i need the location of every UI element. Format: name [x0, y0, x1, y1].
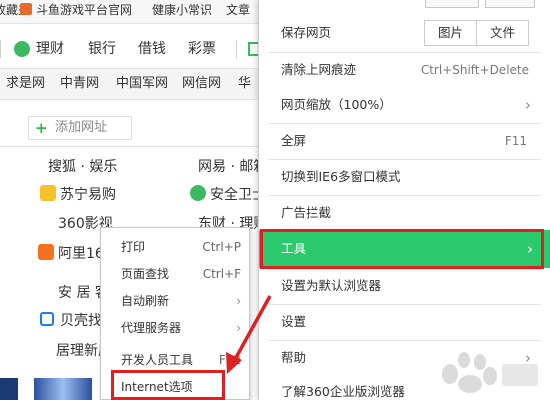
divider — [0, 40, 1, 58]
alibaba-icon — [38, 244, 54, 260]
chevron-right-icon: › — [525, 96, 531, 114]
menu-item-ie6-mode[interactable]: 切换到IE6多窗口模式 — [259, 159, 550, 195]
annotation-highlight-box — [260, 229, 544, 269]
bookmarks-bar: 收藏夹 斗鱼游戏平台官网 健康小常识 文章 — [0, 0, 258, 24]
menu-item-label: 保存网页 — [281, 25, 332, 40]
news-link[interactable]: 中青网 — [60, 69, 99, 99]
browser-main-menu: 保存网页 图片 文件 清除上网痕迹 Ctrl+Shift+Delete 网页缩放… — [258, 0, 550, 400]
site-link[interactable]: 网易 · 邮箱 — [198, 156, 267, 176]
news-link[interactable]: 中国军网 — [116, 69, 168, 99]
save-file-button[interactable]: 文件 — [476, 20, 529, 46]
submenu-item-label: 打印 — [121, 240, 146, 254]
menu-item-label: 网页缩放（100%） — [281, 97, 392, 112]
submenu-item-label: 页面查找 — [121, 267, 170, 281]
menu-top-button[interactable] — [425, 0, 479, 8]
suning-icon — [40, 185, 56, 201]
douyu-icon — [20, 3, 32, 15]
chevron-right-icon: › — [236, 321, 241, 335]
submenu-item-label: 代理服务器 — [121, 321, 182, 335]
nav-link[interactable]: 理财 — [36, 34, 64, 64]
nav-link[interactable]: 借钱 — [138, 34, 166, 64]
chevron-right-icon: › — [236, 294, 241, 308]
menu-item-clear-history[interactable]: 清除上网痕迹 Ctrl+Shift+Delete — [259, 52, 550, 88]
news-sites-row: 求是网 中青网 中国军网 网信网 华 — [0, 68, 258, 100]
doc-icon — [248, 42, 258, 56]
submenu-item-shortcut: Ctrl+P — [202, 240, 241, 254]
menu-item-label: 广告拦截 — [281, 205, 332, 220]
submenu-item-find[interactable]: 页面查找 Ctrl+F — [101, 260, 249, 289]
thumbnail-image — [34, 378, 92, 400]
baidu-watermark — [442, 352, 538, 393]
submenu-item-print[interactable]: 打印 Ctrl+P — [101, 233, 249, 262]
news-link[interactable]: 求是网 — [6, 69, 45, 99]
submenu-item-auto-refresh[interactable]: 自动刷新 › — [101, 287, 249, 316]
menu-item-zoom[interactable]: 网页缩放（100%） › — [259, 87, 550, 123]
nav-links-row: 理财 银行 借钱 彩票 — [0, 34, 258, 64]
bookmark-link[interactable]: 文章 — [226, 0, 250, 20]
plus-icon: + — [35, 119, 48, 137]
annotation-highlight-box — [111, 370, 225, 400]
site-link[interactable]: 苏宁易购 — [60, 184, 116, 204]
nav-link[interactable]: 彩票 — [188, 34, 216, 64]
add-site-label: 添加网址 — [55, 120, 108, 135]
thumbnail-image — [0, 378, 18, 400]
bookmark-link[interactable]: 斗鱼游戏平台官网 — [36, 0, 132, 20]
menu-item-shortcut: F11 — [504, 134, 527, 148]
bookmark-link[interactable]: 健康小常识 — [152, 0, 212, 20]
menu-item-fullscreen[interactable]: 全屏 F11 — [259, 123, 550, 159]
news-link[interactable]: 网信网 — [182, 69, 221, 99]
menu-item-ad-block[interactable]: 广告拦截 — [259, 195, 550, 231]
menu-item-label: 全屏 — [281, 133, 307, 148]
menu-item-label: 帮助 — [281, 350, 307, 365]
shield-icon — [190, 185, 206, 201]
news-link[interactable]: 华 — [238, 69, 251, 99]
menu-item-label: 切换到IE6多窗口模式 — [281, 169, 401, 184]
menu-item-set-default[interactable]: 设置为默认浏览器 — [259, 268, 550, 304]
divider — [0, 146, 258, 147]
divider — [236, 40, 237, 58]
nav-link[interactable]: 银行 — [88, 34, 116, 64]
menu-item-label: 设置为默认浏览器 — [281, 278, 382, 293]
menu-item-settings[interactable]: 设置 — [259, 304, 550, 340]
submenu-item-label: 自动刷新 — [121, 294, 170, 308]
menu-top-button[interactable] — [485, 0, 535, 8]
menu-item-label: 了解360企业版浏览器 — [281, 384, 405, 399]
save-image-button[interactable]: 图片 — [424, 20, 477, 46]
submenu-item-proxy[interactable]: 代理服务器 › — [101, 314, 249, 343]
menu-item-label: 清除上网痕迹 — [281, 62, 357, 77]
menu-item-save-page: 保存网页 图片 文件 — [259, 15, 550, 51]
add-site-button[interactable]: + 添加网址 — [28, 116, 132, 140]
finance-icon — [14, 41, 30, 57]
menu-item-label: 设置 — [281, 314, 307, 329]
submenu-item-shortcut: Ctrl+F — [202, 267, 241, 281]
beike-icon — [40, 312, 54, 326]
menu-item-shortcut: Ctrl+Shift+Delete — [420, 63, 529, 77]
site-link[interactable]: 搜狐 · 娱乐 — [48, 156, 117, 176]
